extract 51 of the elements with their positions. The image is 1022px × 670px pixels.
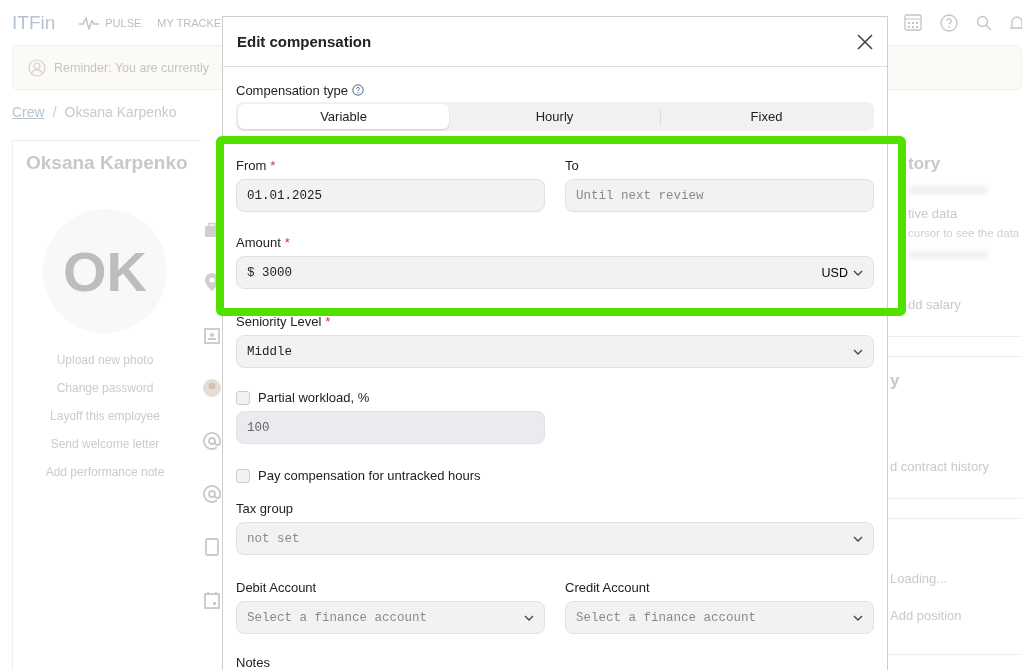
- seniority-select[interactable]: Middle: [236, 335, 874, 368]
- tax-group-select[interactable]: not set: [236, 522, 874, 555]
- dialog-title: Edit compensation: [237, 33, 372, 50]
- avatar-icon: [203, 379, 221, 397]
- field-label: Amount *: [236, 234, 291, 250]
- chevron-down-icon: [853, 614, 863, 621]
- checkbox-label: Pay compensation for untracked hours: [258, 468, 481, 483]
- date-field[interactable]: 01.01.2025: [236, 179, 545, 212]
- date-field[interactable]: Until next review: [565, 179, 874, 212]
- chevron-down-icon: [524, 614, 534, 621]
- currency-select[interactable]: USD: [821, 265, 863, 280]
- segment-tab[interactable]: Variable: [238, 104, 449, 129]
- checkbox[interactable]: [236, 468, 250, 483]
- search-icon[interactable]: [976, 14, 992, 31]
- field-label: Seniority Level *: [236, 313, 332, 329]
- pulse-icon: [79, 15, 100, 30]
- location-pin-icon: [205, 273, 219, 291]
- close-icon[interactable]: [857, 33, 873, 50]
- chevron-down-icon: [853, 348, 863, 355]
- segment-tab[interactable]: Fixed: [661, 104, 872, 129]
- checkbox-label: Partial workload, %: [258, 390, 370, 405]
- field-label: Compensation type: [236, 82, 874, 98]
- breadcrumb-separator: /: [52, 104, 57, 122]
- chevron-down-icon: [853, 535, 863, 542]
- help-icon[interactable]: [352, 84, 364, 96]
- workload-field[interactable]: 100: [236, 411, 545, 444]
- nav-link[interactable]: PULSE: [79, 15, 142, 30]
- avatar-initials: OK: [43, 209, 167, 333]
- chevron-down-icon: [853, 269, 863, 276]
- field-label: Notes: [236, 654, 271, 670]
- checkbox[interactable]: [236, 390, 250, 405]
- field-label: Credit Account: [565, 579, 651, 595]
- amount-value: 3000: [262, 265, 293, 280]
- credit-account-select[interactable]: Select a finance account: [565, 601, 874, 634]
- field-label: From *: [236, 157, 277, 173]
- calendar-icon: [204, 591, 220, 609]
- nav-link[interactable]: MY TRACKE: [157, 16, 222, 29]
- breadcrumb-link[interactable]: Crew: [12, 104, 45, 126]
- currency-symbol: $: [247, 265, 255, 280]
- field-label: Debit Account: [236, 579, 318, 595]
- field-label: To: [565, 157, 580, 173]
- bell-icon[interactable]: [1010, 14, 1022, 31]
- calendar-icon[interactable]: [904, 14, 922, 31]
- segment-tab[interactable]: Hourly: [449, 104, 660, 129]
- amount-field[interactable]: $ 3000 USD: [236, 256, 874, 289]
- app-logo[interactable]: ITFin: [12, 11, 56, 34]
- debit-account-select[interactable]: Select a finance account: [236, 601, 545, 634]
- field-label: Tax group: [236, 500, 295, 516]
- phone-icon: [205, 538, 219, 556]
- user-icon: [28, 58, 46, 77]
- contact-calendar-icon: [204, 326, 220, 344]
